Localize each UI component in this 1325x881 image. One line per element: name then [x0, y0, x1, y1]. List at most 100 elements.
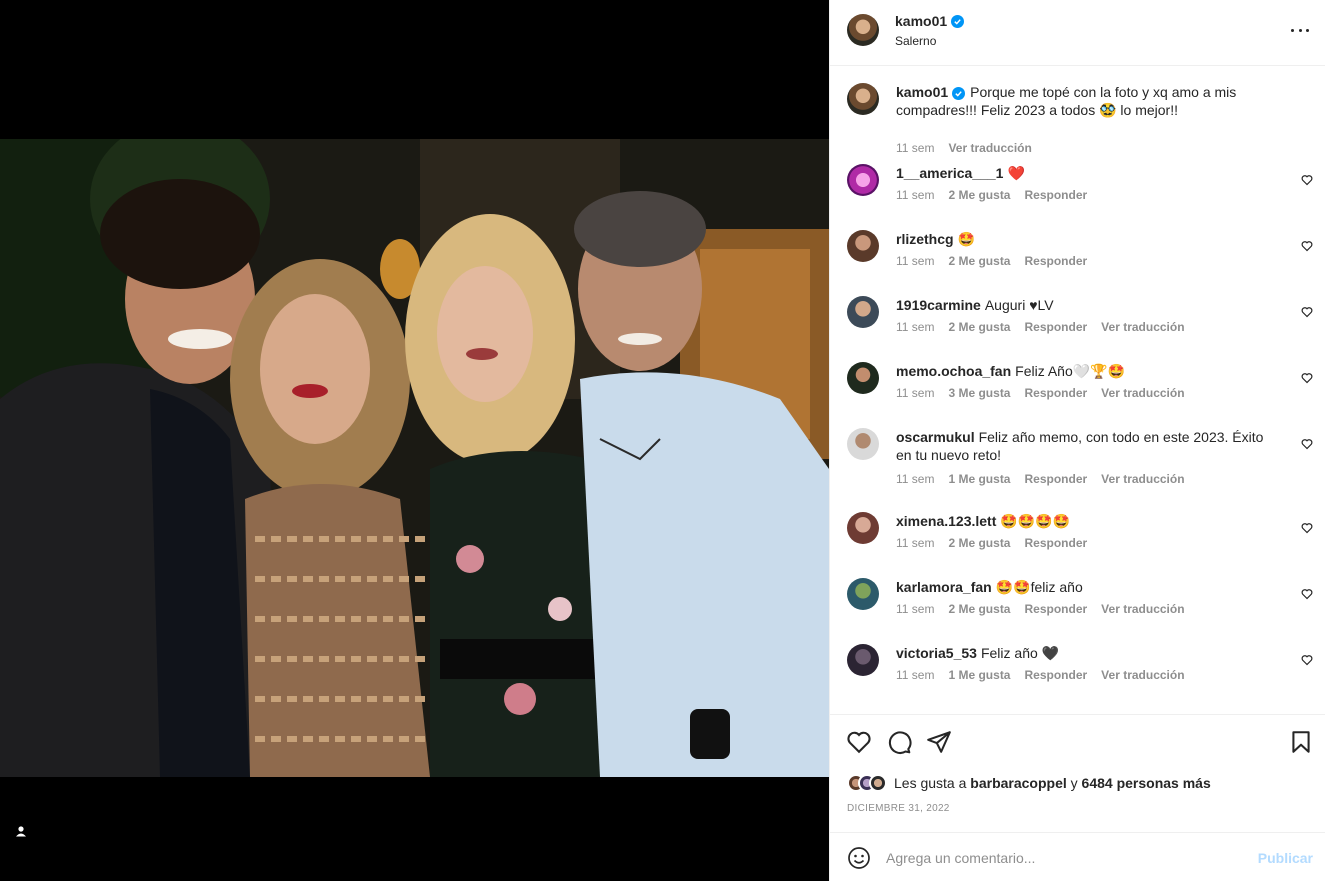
translate-link[interactable]: Ver traducción — [1101, 668, 1184, 682]
comment-avatar[interactable] — [847, 362, 879, 394]
verified-icon — [951, 14, 965, 28]
user-tag-icon[interactable] — [10, 820, 32, 842]
comment-time[interactable]: 11 sem — [896, 188, 934, 202]
caption-time[interactable]: 11 sem — [896, 141, 934, 155]
liker-avatar — [869, 774, 887, 792]
like-heart-icon[interactable] — [846, 729, 872, 755]
comment-avatar[interactable] — [847, 578, 879, 610]
comment-username[interactable]: 1919carmine — [896, 297, 981, 313]
publish-button[interactable]: Publicar — [1258, 850, 1313, 866]
heart-icon[interactable] — [1301, 306, 1313, 318]
likes-summary[interactable]: Les gusta a barbaracoppel y 6484 persona… — [847, 772, 1211, 794]
translate-link[interactable]: Ver traducción — [1101, 386, 1184, 400]
comment-likes[interactable]: 1 Me gusta — [948, 668, 1010, 682]
comment-likes[interactable]: 2 Me gusta — [948, 320, 1010, 334]
emoji-icon[interactable] — [847, 846, 871, 870]
comment-text-block: memo.ochoa_fan Feliz Año🤍🏆🤩 — [896, 362, 1276, 380]
comment-text-block: victoria5_53 Feliz año 🖤 — [896, 644, 1276, 662]
comment-avatar[interactable] — [847, 512, 879, 544]
caption-translate-link[interactable]: Ver traducción — [948, 141, 1031, 155]
post-media[interactable] — [0, 0, 829, 881]
reply-button[interactable]: Responder — [1024, 386, 1087, 400]
comment-username[interactable]: oscarmukul — [896, 429, 975, 445]
comment-avatar[interactable] — [847, 164, 879, 196]
comment-text: ❤️ — [1007, 165, 1025, 181]
reply-button[interactable]: Responder — [1024, 188, 1087, 202]
comment-meta: 11 sem 2 Me gusta Responder — [896, 188, 1087, 202]
comment-meta: 11 sem 2 Me gusta Responder — [896, 254, 1087, 268]
comment-username[interactable]: victoria5_53 — [896, 645, 977, 661]
post-photo[interactable] — [0, 139, 829, 777]
comment-username[interactable]: rlizethcg — [896, 231, 954, 247]
comment-avatar[interactable] — [847, 230, 879, 262]
owner-avatar[interactable] — [847, 14, 879, 46]
heart-icon[interactable] — [1301, 588, 1313, 600]
comments-list[interactable]: kamo01 Porque me topé con la foto y xq am… — [830, 67, 1325, 714]
comment-time[interactable]: 11 sem — [896, 536, 934, 550]
comment-text-block: ximena.123.lett 🤩🤩🤩🤩 — [896, 512, 1276, 530]
post-location[interactable]: Salerno — [895, 34, 936, 48]
heart-icon[interactable] — [1301, 654, 1313, 666]
likes-user-link[interactable]: barbaracoppel — [970, 775, 1066, 791]
comment-likes[interactable]: 2 Me gusta — [948, 536, 1010, 550]
post-actions: Les gusta a barbaracoppel y 6484 persona… — [830, 714, 1325, 832]
comment-input[interactable] — [886, 845, 1246, 871]
heart-icon[interactable] — [1301, 174, 1313, 186]
likes-prefix: Les gusta a — [894, 775, 967, 791]
post-side-panel: kamo01 Salerno kamo01 Porque me topé con … — [829, 0, 1325, 881]
comment-likes[interactable]: 2 Me gusta — [948, 254, 1010, 268]
comment-likes[interactable]: 2 Me gusta — [948, 188, 1010, 202]
heart-icon[interactable] — [1301, 438, 1313, 450]
reply-button[interactable]: Responder — [1024, 472, 1087, 486]
comment-avatar[interactable] — [847, 644, 879, 676]
heart-icon[interactable] — [1301, 522, 1313, 534]
reply-button[interactable]: Responder — [1024, 668, 1087, 682]
reply-button[interactable]: Responder — [1024, 536, 1087, 550]
post-date[interactable]: DICIEMBRE 31, 2022 — [847, 803, 950, 814]
translate-link[interactable]: Ver traducción — [1101, 602, 1184, 616]
comment-username[interactable]: karlamora_fan — [896, 579, 992, 595]
comment-username[interactable]: ximena.123.lett — [896, 513, 996, 529]
comment-time[interactable]: 11 sem — [896, 668, 934, 682]
comment-text-block: oscarmukul Feliz año memo, con todo en es… — [896, 428, 1276, 464]
share-icon[interactable] — [926, 729, 952, 755]
comment-avatar[interactable] — [847, 428, 879, 460]
comment-time[interactable]: 11 sem — [896, 472, 934, 486]
heart-icon[interactable] — [1301, 372, 1313, 384]
comment-text: 🤩🤩🤩🤩 — [1000, 513, 1071, 529]
comment-time[interactable]: 11 sem — [896, 386, 934, 400]
reply-button[interactable]: Responder — [1024, 254, 1087, 268]
comment-likes[interactable]: 3 Me gusta — [948, 386, 1010, 400]
comment-username[interactable]: memo.ochoa_fan — [896, 363, 1011, 379]
reply-button[interactable]: Responder — [1024, 602, 1087, 616]
comment-meta: 11 sem 2 Me gusta Responder Ver traducci… — [896, 320, 1185, 334]
caption-username[interactable]: kamo01 — [896, 84, 948, 100]
comment-meta: 11 sem 2 Me gusta Responder — [896, 536, 1087, 550]
translate-link[interactable]: Ver traducción — [1101, 472, 1184, 486]
translate-link[interactable]: Ver traducción — [1101, 320, 1184, 334]
comment-time[interactable]: 11 sem — [896, 602, 934, 616]
likes-others-link[interactable]: 6484 personas más — [1082, 775, 1211, 791]
comment-icon[interactable] — [886, 729, 912, 755]
comment-time[interactable]: 11 sem — [896, 254, 934, 268]
save-icon[interactable] — [1288, 729, 1314, 755]
comment-meta: 11 sem 3 Me gusta Responder Ver traducci… — [896, 386, 1185, 400]
comment-avatar[interactable] — [847, 296, 879, 328]
heart-icon[interactable] — [1301, 240, 1313, 252]
owner-username-row[interactable]: kamo01 — [895, 13, 965, 29]
comment-username[interactable]: 1__america___1 — [896, 165, 1003, 181]
comment-text-block: karlamora_fan 🤩🤩feliz año — [896, 578, 1276, 596]
caption-text-block: kamo01 Porque me topé con la foto y xq am… — [896, 83, 1276, 119]
comment-text: 🤩🤩feliz año — [995, 579, 1083, 595]
comment-text: 🤩 — [957, 231, 976, 247]
more-options-icon[interactable] — [1288, 20, 1312, 40]
reply-button[interactable]: Responder — [1024, 320, 1087, 334]
comment-likes[interactable]: 2 Me gusta — [948, 602, 1010, 616]
comment-likes[interactable]: 1 Me gusta — [948, 472, 1010, 486]
owner-username[interactable]: kamo01 — [895, 13, 947, 29]
verified-icon — [952, 87, 966, 100]
photo-illustration — [0, 139, 829, 777]
caption-avatar[interactable] — [847, 83, 879, 115]
comment-time[interactable]: 11 sem — [896, 320, 934, 334]
comment-text-block: 1919carmine Auguri ♥LV — [896, 296, 1276, 314]
